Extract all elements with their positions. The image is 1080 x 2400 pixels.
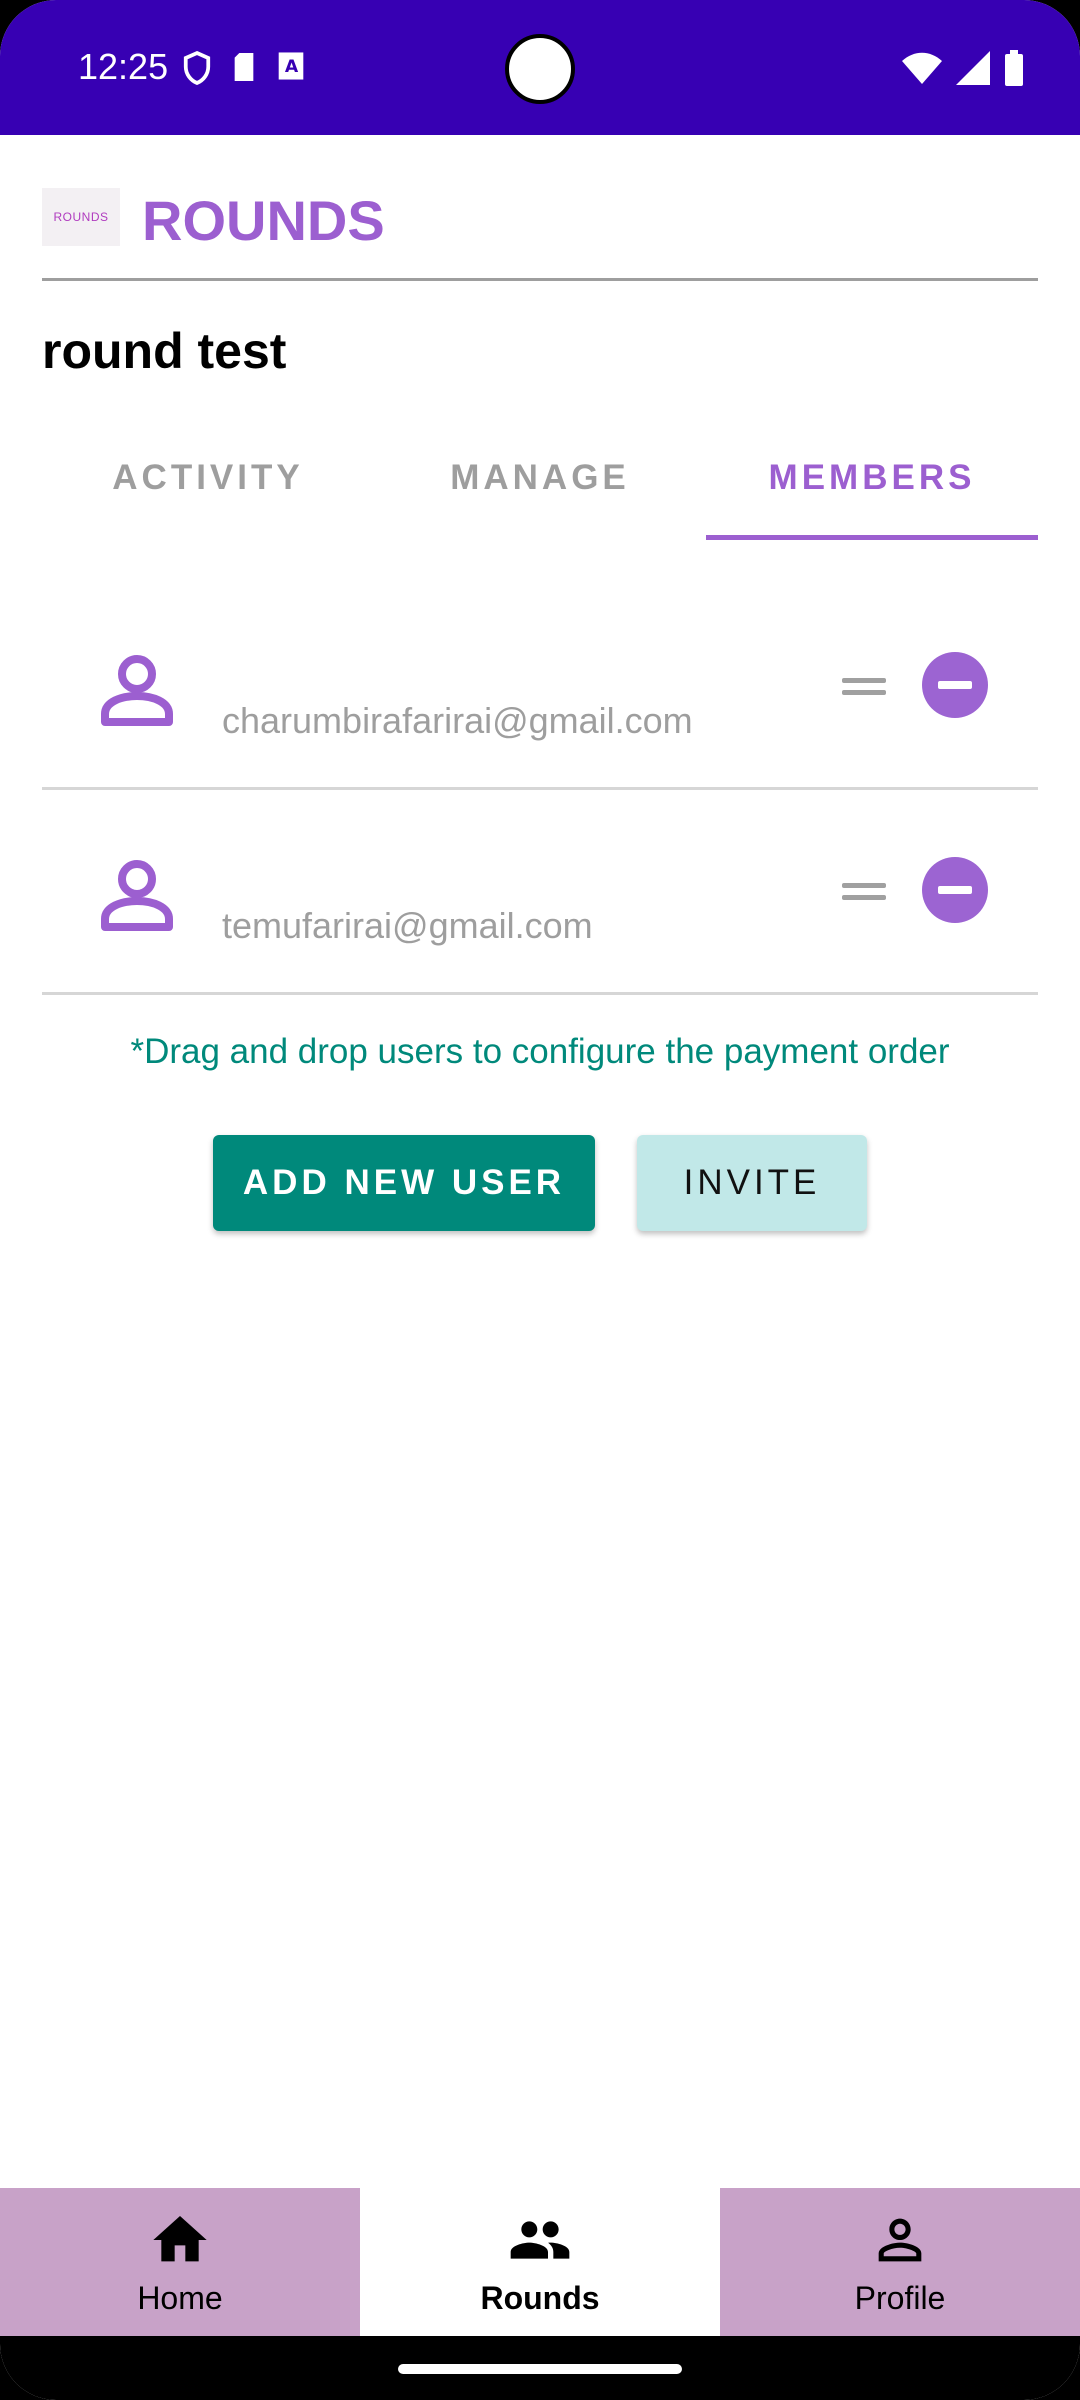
tab-activity[interactable]: ACTIVITY bbox=[42, 440, 374, 540]
camera-cutout bbox=[505, 34, 575, 104]
person-icon bbox=[101, 860, 173, 931]
header-divider bbox=[42, 278, 1038, 281]
nav-rounds[interactable]: Rounds bbox=[360, 2188, 720, 2336]
add-new-user-button[interactable]: ADD NEW USER bbox=[213, 1135, 595, 1231]
status-icons-right bbox=[902, 50, 1024, 86]
drag-drop-hint: *Drag and drop users to configure the pa… bbox=[130, 1032, 950, 1071]
nav-home[interactable]: Home bbox=[0, 2188, 360, 2336]
app-screen: 12:25 A ROUNDS ROUNDS round test ACTIVIT… bbox=[0, 0, 1080, 2400]
signal-icon bbox=[956, 51, 990, 85]
drag-handle-icon[interactable] bbox=[842, 678, 886, 700]
remove-member-button[interactable] bbox=[922, 857, 988, 923]
person-icon bbox=[878, 2218, 922, 2261]
app-title: ROUNDS bbox=[142, 189, 385, 252]
invite-button[interactable]: INVITE bbox=[637, 1135, 867, 1231]
sd-card-icon bbox=[234, 53, 254, 81]
nav-home-label: Home bbox=[137, 2279, 223, 2316]
nav-profile[interactable]: Profile bbox=[720, 2188, 1080, 2336]
member-email: charumbirafarirai@gmail.com bbox=[222, 700, 693, 741]
logo-text: ROUNDS bbox=[53, 210, 109, 224]
svg-text:A: A bbox=[285, 57, 299, 77]
wifi-icon bbox=[902, 52, 942, 84]
remove-member-button[interactable] bbox=[922, 652, 988, 718]
tab-bar: ACTIVITY MANAGE MEMBERS bbox=[42, 440, 1038, 540]
member-row[interactable]: charumbirafarirai@gmail.com bbox=[42, 590, 1038, 790]
bottom-navigation: Home Rounds Profile bbox=[0, 2188, 1080, 2336]
shield-icon bbox=[183, 50, 211, 86]
nav-rounds-label: Rounds bbox=[480, 2279, 600, 2316]
round-name: round test bbox=[42, 323, 287, 379]
gesture-bar[interactable] bbox=[398, 2364, 682, 2374]
person-icon bbox=[101, 655, 173, 726]
app-logo: ROUNDS bbox=[42, 188, 120, 246]
battery-icon bbox=[1005, 50, 1023, 86]
nav-profile-label: Profile bbox=[854, 2279, 946, 2316]
drag-handle-icon[interactable] bbox=[842, 883, 886, 905]
status-icons-left: A bbox=[182, 50, 306, 86]
status-bar: 12:25 A bbox=[0, 0, 1080, 135]
status-time: 12:25 bbox=[78, 46, 169, 87]
keyboard-icon: A bbox=[278, 52, 304, 80]
tab-manage[interactable]: MANAGE bbox=[374, 440, 706, 540]
member-row[interactable]: temufarirai@gmail.com bbox=[42, 795, 1038, 995]
home-icon bbox=[153, 2215, 207, 2261]
group-icon bbox=[510, 2220, 570, 2259]
member-email: temufarirai@gmail.com bbox=[222, 905, 593, 946]
tab-members[interactable]: MEMBERS bbox=[706, 440, 1038, 540]
